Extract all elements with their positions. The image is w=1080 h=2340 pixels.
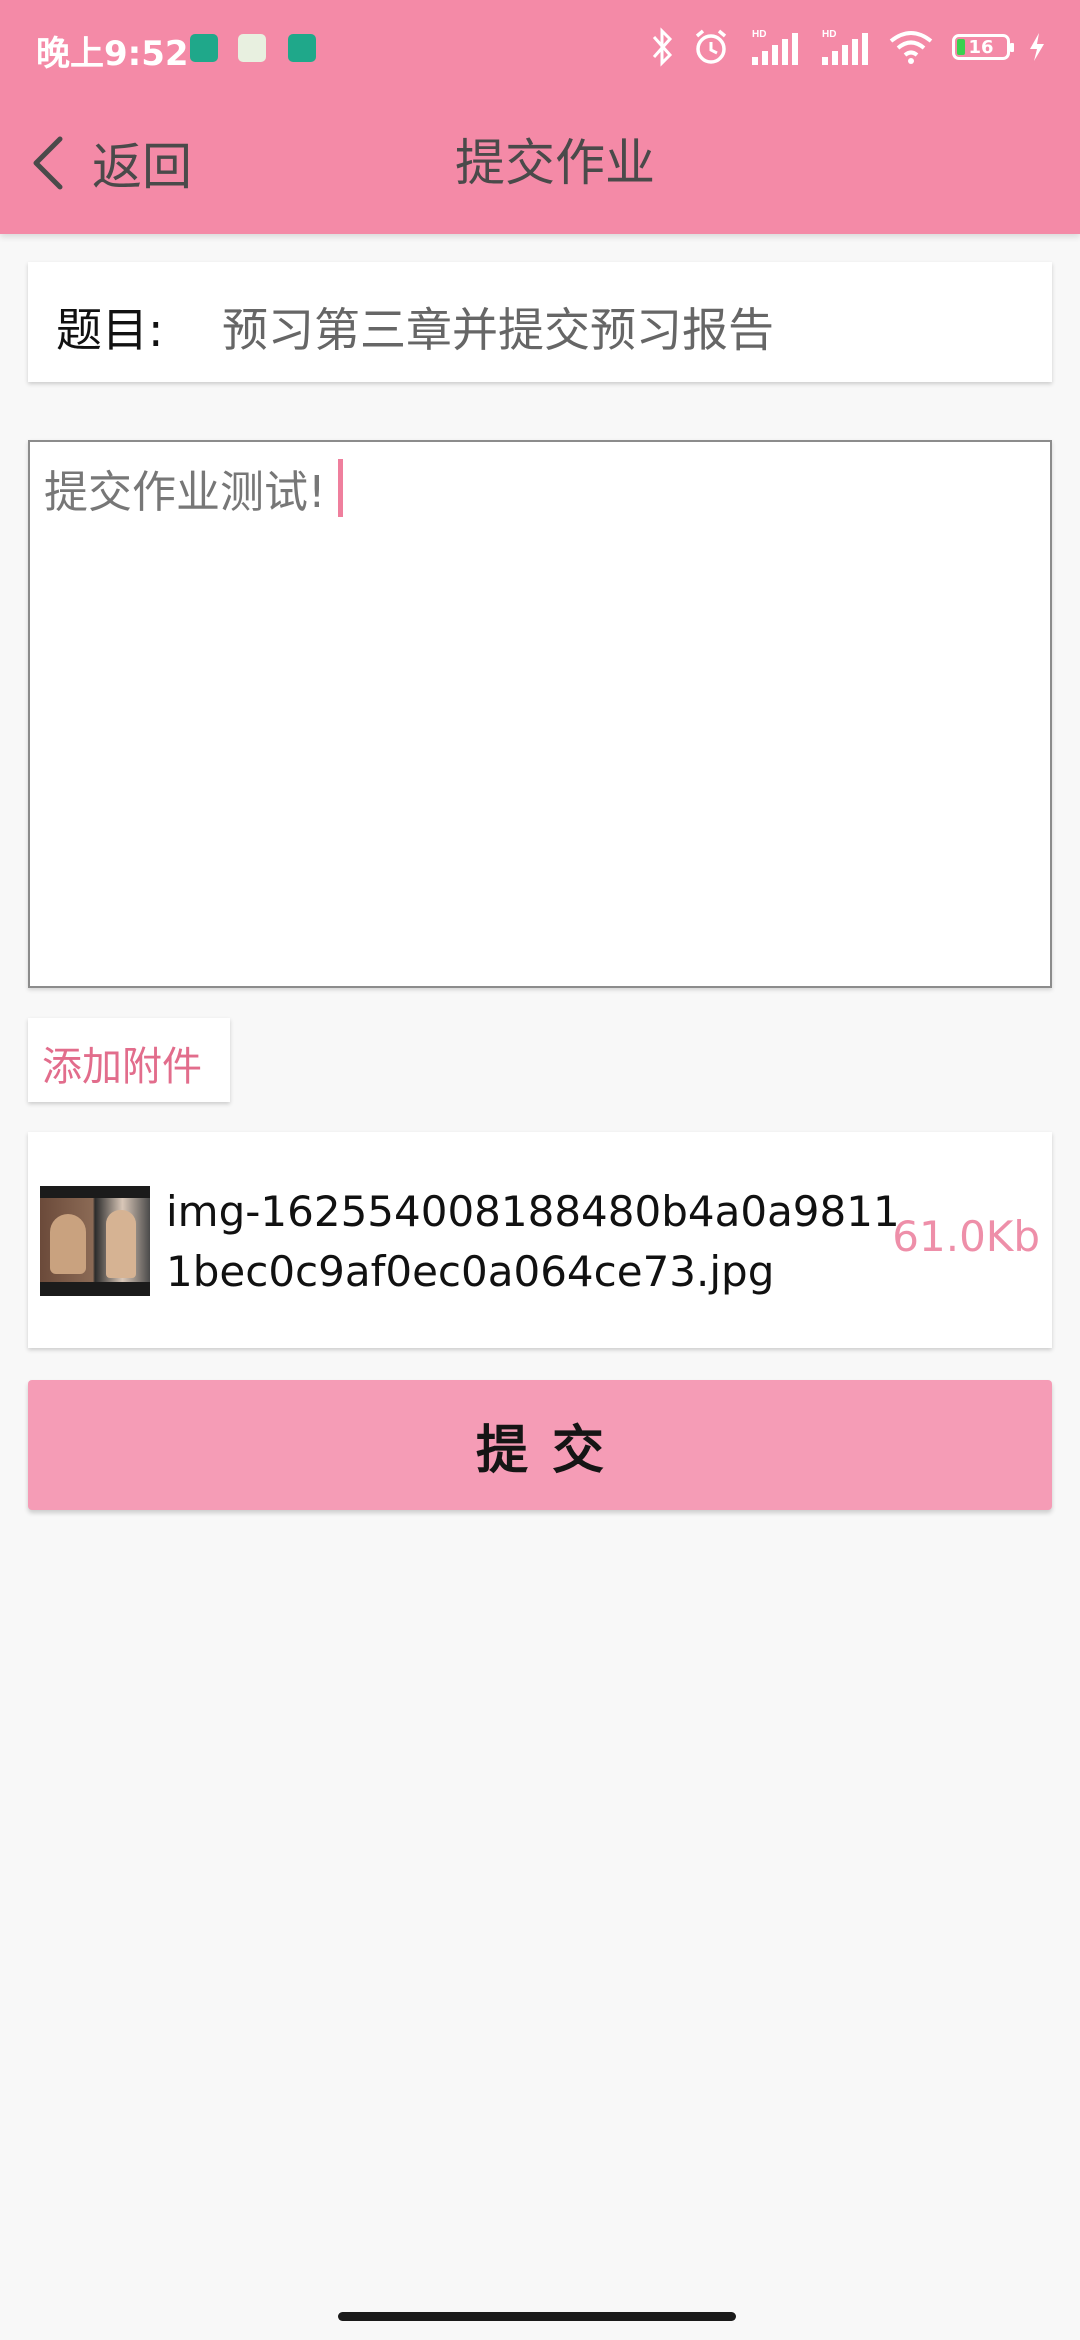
app-notification-icon <box>288 34 316 62</box>
content-text: 提交作业测试! <box>44 467 326 518</box>
svg-text:HD: HD <box>822 29 836 40</box>
thumbnail-figure-left <box>50 1214 86 1274</box>
submit-button[interactable]: 提交 <box>28 1380 1052 1510</box>
charging-icon <box>1030 33 1044 61</box>
status-time: 晚上9:52 <box>36 34 189 74</box>
battery-icon: 16 <box>952 34 1014 60</box>
attachment-file-size: 61.0Kb <box>892 1212 1040 1261</box>
app-notification-icon <box>190 34 218 62</box>
attachment-file-name: img-162554008188480b4a0a98111bec0c9af0ec… <box>166 1187 900 1296</box>
thumbnail-bottom-band <box>40 1282 150 1296</box>
homework-content-input[interactable]: 提交作业测试! <box>28 440 1052 988</box>
thumbnail-top-band <box>40 1186 150 1198</box>
app-header: 晚上9:52 HD HD 16 返回 提交作业 <box>0 0 1080 234</box>
add-attachment-button[interactable]: 添加附件 <box>28 1018 230 1102</box>
attachment-item[interactable]: img-162554008188480b4a0a98111bec0c9af0ec… <box>28 1132 1052 1348</box>
chart-app-icon <box>238 34 266 62</box>
content-text-wrap: 提交作业测试! <box>44 456 343 520</box>
battery-level: 16 <box>968 36 994 58</box>
page-title: 提交作业 <box>455 134 655 192</box>
add-attachment-label: 添加附件 <box>42 1044 202 1090</box>
text-cursor <box>337 459 343 517</box>
home-indicator[interactable] <box>338 2312 736 2321</box>
thumbnail-figure-right <box>106 1210 136 1278</box>
submit-label: 提交 <box>475 1420 628 1481</box>
signal-hd-icon: HD <box>822 29 868 65</box>
signal-hd-icon: HD <box>752 29 798 65</box>
topic-card: 题目: 预习第三章并提交预习报告 <box>28 262 1052 382</box>
status-icons: HD HD 16 <box>650 22 1046 72</box>
attachment-thumbnail <box>40 1186 150 1296</box>
svg-text:HD: HD <box>752 29 766 40</box>
topic-value: 预习第三章并提交预习报告 <box>222 303 774 357</box>
status-bar: 晚上9:52 HD HD 16 <box>0 0 1080 96</box>
topic-label: 题目: <box>56 303 164 357</box>
bluetooth-icon <box>652 27 673 67</box>
alarm-icon <box>695 29 727 64</box>
wifi-icon <box>889 31 933 64</box>
